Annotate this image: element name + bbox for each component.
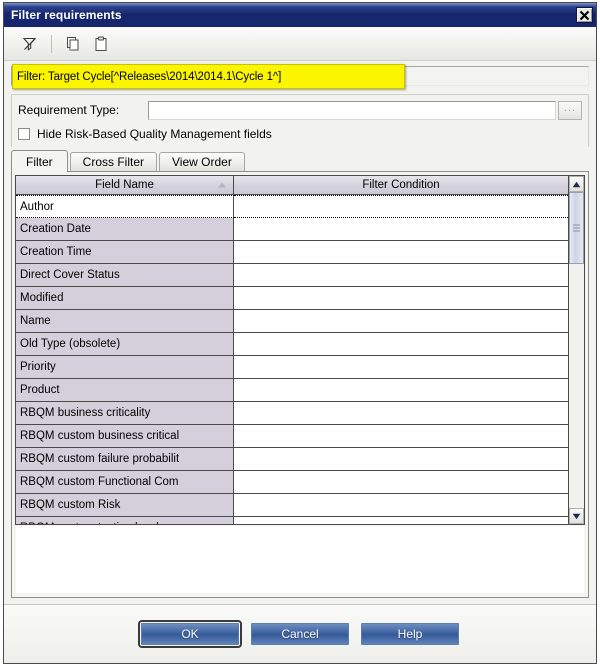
- table-row[interactable]: Author: [16, 195, 568, 218]
- filter-tab-panel: Field Name Filter Condition AuthorCreati…: [11, 171, 589, 598]
- cell-filter-condition[interactable]: [234, 264, 568, 287]
- toolbar-separator: [51, 35, 52, 53]
- table-row[interactable]: Priority: [16, 356, 568, 379]
- table-row[interactable]: RBQM custom testing level: [16, 517, 568, 524]
- help-button[interactable]: Help: [361, 623, 459, 645]
- cell-filter-condition[interactable]: [234, 494, 568, 517]
- cell-filter-condition[interactable]: [234, 471, 568, 494]
- scrollbar-track[interactable]: [569, 192, 584, 508]
- column-header-field-name-label: Field Name: [95, 179, 154, 191]
- cell-field-name[interactable]: RBQM custom business critical: [16, 425, 234, 448]
- scroll-up-icon[interactable]: [569, 176, 584, 192]
- filter-grid-main: Field Name Filter Condition AuthorCreati…: [16, 176, 568, 524]
- cell-field-name[interactable]: Creation Time: [16, 241, 234, 264]
- tab-view-order[interactable]: View Order: [159, 152, 245, 171]
- cell-filter-condition[interactable]: [234, 241, 568, 264]
- scroll-down-icon[interactable]: [569, 508, 584, 524]
- ok-button[interactable]: OK: [141, 623, 239, 645]
- requirement-type-input[interactable]: [148, 101, 556, 120]
- cell-filter-condition[interactable]: [234, 448, 568, 471]
- tab-strip: Filter Cross Filter View Order: [11, 149, 589, 171]
- cell-filter-condition[interactable]: [234, 379, 568, 402]
- copy-icon[interactable]: [59, 31, 87, 57]
- cell-filter-condition[interactable]: [234, 356, 568, 379]
- hide-rbqm-label: Hide Risk-Based Quality Management field…: [37, 127, 272, 141]
- cell-field-name[interactable]: Author: [16, 195, 234, 218]
- tab-filter[interactable]: Filter: [11, 150, 68, 172]
- requirement-type-row: Requirement Type: ...: [18, 100, 582, 120]
- cell-field-name[interactable]: RBQM custom Functional Com: [16, 471, 234, 494]
- column-header-filter-condition[interactable]: Filter Condition: [234, 176, 568, 194]
- cell-filter-condition[interactable]: [234, 333, 568, 356]
- cell-field-name[interactable]: Creation Date: [16, 218, 234, 241]
- cell-filter-condition[interactable]: [234, 218, 568, 241]
- filter-grid-header: Field Name Filter Condition: [16, 176, 568, 195]
- column-header-filter-condition-label: Filter Condition: [362, 179, 439, 191]
- table-row[interactable]: Name: [16, 310, 568, 333]
- filter-highlight-callout: Filter: Target Cycle[^Releases\2014\2014…: [12, 64, 405, 89]
- table-row[interactable]: Product: [16, 379, 568, 402]
- cell-filter-condition[interactable]: [234, 425, 568, 448]
- cell-field-name[interactable]: Direct Cover Status: [16, 264, 234, 287]
- filter-grid-body: AuthorCreation DateCreation TimeDirect C…: [16, 195, 568, 524]
- grid-empty-space: [15, 525, 585, 594]
- cell-filter-condition[interactable]: [234, 402, 568, 425]
- requirement-type-label: Requirement Type:: [18, 103, 148, 117]
- sort-ascending-icon: [218, 183, 226, 188]
- table-row[interactable]: Creation Date: [16, 218, 568, 241]
- cell-field-name[interactable]: Product: [16, 379, 234, 402]
- column-header-field-name[interactable]: Field Name: [16, 176, 234, 194]
- cell-field-name[interactable]: Priority: [16, 356, 234, 379]
- filter-requirements-dialog: Filter requirements: [3, 2, 597, 664]
- screen: Filter requirements: [0, 0, 600, 668]
- cell-field-name[interactable]: RBQM custom Risk: [16, 494, 234, 517]
- hide-rbqm-checkbox-row[interactable]: Hide Risk-Based Quality Management field…: [18, 127, 582, 143]
- paste-icon[interactable]: [87, 31, 115, 57]
- cell-field-name[interactable]: Name: [16, 310, 234, 333]
- requirement-type-browse-button[interactable]: ...: [558, 101, 582, 120]
- cell-field-name[interactable]: Old Type (obsolete): [16, 333, 234, 356]
- hide-rbqm-checkbox[interactable]: [18, 128, 30, 140]
- filter-display-bar: Filter: Target Cycle[^Releases\2014\2014…: [11, 64, 589, 90]
- toolbar: [4, 27, 596, 61]
- filter-grid: Field Name Filter Condition AuthorCreati…: [15, 175, 585, 525]
- table-row[interactable]: Creation Time: [16, 241, 568, 264]
- cell-field-name[interactable]: RBQM custom failure probabilit: [16, 448, 234, 471]
- scrollbar-thumb[interactable]: [569, 192, 584, 264]
- dialog-button-bar: OK Cancel Help: [4, 604, 596, 663]
- filter-expression-text: Filter: Target Cycle[^Releases\2014\2014…: [17, 71, 281, 83]
- cell-filter-condition[interactable]: [234, 517, 568, 524]
- grid-vertical-scrollbar[interactable]: [568, 176, 584, 524]
- cell-filter-condition[interactable]: [234, 287, 568, 310]
- table-row[interactable]: Direct Cover Status: [16, 264, 568, 287]
- cancel-button[interactable]: Cancel: [251, 623, 349, 645]
- clear-filter-icon[interactable]: [16, 31, 44, 57]
- table-row[interactable]: RBQM custom Functional Com: [16, 471, 568, 494]
- cell-filter-condition[interactable]: [234, 195, 568, 218]
- table-row[interactable]: Modified: [16, 287, 568, 310]
- table-row[interactable]: RBQM custom business critical: [16, 425, 568, 448]
- table-row[interactable]: RBQM custom failure probabilit: [16, 448, 568, 471]
- close-icon[interactable]: [576, 7, 593, 23]
- table-row[interactable]: Old Type (obsolete): [16, 333, 568, 356]
- window-title: Filter requirements: [11, 8, 576, 22]
- cell-field-name[interactable]: RBQM business criticality: [16, 402, 234, 425]
- table-row[interactable]: RBQM custom Risk: [16, 494, 568, 517]
- tab-cross-filter[interactable]: Cross Filter: [70, 152, 157, 171]
- cell-field-name[interactable]: Modified: [16, 287, 234, 310]
- cell-filter-condition[interactable]: [234, 310, 568, 333]
- scrollbar-grip: [573, 225, 580, 232]
- title-bar: Filter requirements: [4, 3, 596, 27]
- cell-field-name[interactable]: RBQM custom testing level: [16, 517, 234, 524]
- table-row[interactable]: RBQM business criticality: [16, 402, 568, 425]
- requirement-type-panel: Requirement Type: ... Hide Risk-Based Qu…: [11, 94, 589, 147]
